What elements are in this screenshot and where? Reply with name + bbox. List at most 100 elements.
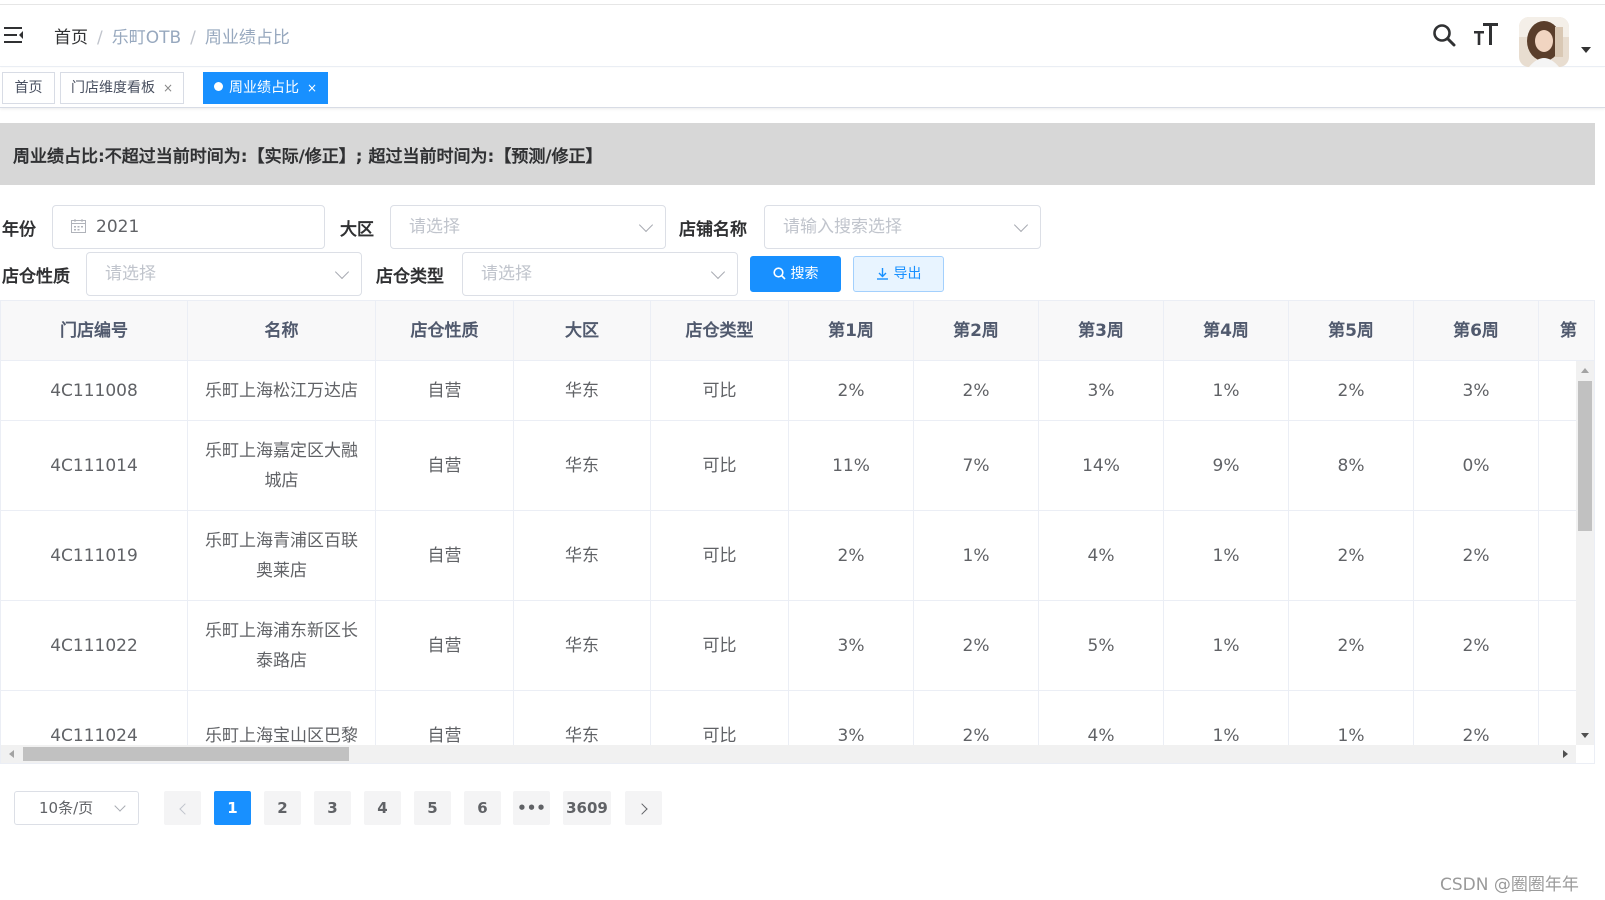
cell-nature: 自营 (376, 691, 514, 745)
cell-week-4: 1% (1164, 361, 1289, 420)
region-label: 大区 (340, 220, 374, 240)
cell-region: 华东 (514, 421, 651, 510)
cell-week-5: 2% (1289, 601, 1414, 690)
scroll-up-icon[interactable] (1581, 368, 1589, 373)
info-banner: 周业绩占比:不超过当前时间为:【实际/修正】; 超过当前时间为:【预测/修正】 (0, 123, 1595, 185)
page-button[interactable]: 3 (314, 791, 351, 825)
horizontal-scroll-thumb[interactable] (23, 747, 349, 761)
region-placeholder: 请选择 (409, 217, 460, 237)
header-col-week-7: 第 (1539, 301, 1594, 361)
cell-week-3: 14% (1039, 421, 1164, 510)
chevron-down-icon (334, 264, 350, 280)
page-button[interactable]: 5 (414, 791, 451, 825)
cell-store-name: 乐町上海嘉定区大融城店 (188, 421, 376, 510)
next-page-button[interactable] (625, 791, 662, 825)
type-select[interactable]: 请选择 (462, 252, 738, 296)
cell-week-5: 2% (1289, 361, 1414, 420)
tag-close-icon[interactable]: × (307, 81, 317, 95)
breadcrumb-otb[interactable]: 乐町OTB (112, 28, 181, 48)
nature-select[interactable]: 请选择 (86, 252, 362, 296)
store-name-select[interactable]: 请输入搜索选择 (764, 205, 1041, 249)
cell-week-4: 1% (1164, 691, 1289, 745)
tag-label: 首页 (14, 80, 43, 96)
cell-week-6: 2% (1414, 511, 1539, 600)
cell-store-code: 4C111014 (1, 421, 188, 510)
cell-nature: 自营 (376, 361, 514, 420)
cell-region: 华东 (514, 511, 651, 600)
year-picker[interactable]: 2021 (52, 205, 325, 249)
page-button[interactable]: 2 (264, 791, 301, 825)
cell-week-1: 3% (789, 601, 914, 690)
cell-type: 可比 (651, 511, 789, 600)
scroll-down-icon[interactable] (1581, 733, 1589, 738)
tag-close-icon[interactable]: × (163, 81, 173, 95)
cell-type: 可比 (651, 361, 789, 420)
cell-week-4: 1% (1164, 601, 1289, 690)
page-size-select[interactable]: 10条/页 (14, 791, 139, 825)
vertical-scrollbar[interactable] (1576, 361, 1594, 745)
page-button[interactable]: 3609 (563, 791, 611, 825)
cell-nature: 自营 (376, 601, 514, 690)
cell-week-4: 9% (1164, 421, 1289, 510)
cell-week-3: 4% (1039, 691, 1164, 745)
tag-store-dashboard[interactable]: 门店维度看板 × (60, 72, 185, 104)
header-col-week-5: 第5周 (1289, 301, 1414, 361)
cell-type: 可比 (651, 601, 789, 690)
vertical-scroll-thumb[interactable] (1578, 381, 1592, 531)
page-button[interactable]: 1 (214, 791, 251, 825)
search-icon[interactable] (1432, 23, 1456, 47)
hamburger-menu-icon[interactable] (4, 25, 24, 45)
scroll-right-icon[interactable] (1563, 750, 1568, 758)
user-avatar[interactable] (1519, 17, 1569, 67)
chevron-down-icon (638, 217, 654, 233)
type-label: 店仓类型 (376, 267, 444, 287)
cell-store-name: 乐町上海松江万达店 (188, 361, 376, 420)
cell-week-2: 1% (914, 511, 1039, 600)
cell-week-7 (1539, 511, 1576, 600)
download-icon (876, 268, 888, 280)
page-more-button[interactable]: ••• (513, 791, 550, 825)
cell-week-7 (1539, 361, 1576, 420)
region-select[interactable]: 请选择 (390, 205, 666, 249)
cell-store-code: 4C111019 (1, 511, 188, 600)
cell-week-7 (1539, 601, 1576, 690)
tag-label: 门店维度看板 (71, 80, 155, 96)
breadcrumb-home[interactable]: 首页 (54, 28, 88, 48)
type-placeholder: 请选择 (481, 264, 532, 284)
font-size-icon[interactable] (1473, 21, 1499, 47)
cell-week-3: 5% (1039, 601, 1164, 690)
header-col-week-2: 第2周 (914, 301, 1039, 361)
horizontal-scrollbar[interactable] (1, 745, 1576, 763)
cell-week-2: 2% (914, 601, 1039, 690)
table-row: 4C111024 乐町上海宝山区巴黎 自营 华东 可比 3% 2% 4% 1% 1% 2% (1, 691, 1576, 745)
page-button[interactable]: 4 (364, 791, 401, 825)
prev-page-button[interactable] (164, 791, 201, 825)
table-row: 4C111014 乐町上海嘉定区大融城店 自营 华东 可比 11% 7% 14% 9% 8% 0% (1, 421, 1576, 511)
tag-home[interactable]: 首页 (2, 72, 55, 104)
cell-week-4: 1% (1164, 511, 1289, 600)
nature-label: 店仓性质 (2, 267, 70, 287)
cell-nature: 自营 (376, 511, 514, 600)
page-size-value: 10条/页 (39, 799, 94, 817)
search-button[interactable]: 搜索 (750, 256, 841, 292)
cell-week-5: 1% (1289, 691, 1414, 745)
table-row: 4C111022 乐町上海浦东新区长泰路店 自营 华东 可比 3% 2% 5% 1% 2% 2% (1, 601, 1576, 691)
active-dot-icon (214, 82, 223, 91)
cell-week-6: 3% (1414, 361, 1539, 420)
cell-region: 华东 (514, 361, 651, 420)
avatar-dropdown-caret-icon[interactable] (1581, 47, 1591, 53)
cell-store-name: 乐町上海宝山区巴黎 (188, 691, 376, 745)
cell-week-1: 2% (789, 361, 914, 420)
page-button[interactable]: 6 (464, 791, 501, 825)
breadcrumb-separator: / (190, 28, 196, 48)
cell-type: 可比 (651, 421, 789, 510)
breadcrumb: 首页 / 乐町OTB / 周业绩占比 (54, 23, 290, 48)
table-body: 4C111008 乐町上海松江万达店 自营 华东 可比 2% 2% 3% 1% 2% 3% 4C111… (1, 361, 1576, 745)
header-col-name: 名称 (188, 301, 376, 361)
table-header: 门店编号 名称 店仓性质 大区 店仓类型 第1周 第2周 第3周 第4周 第5周 第6周第 (1, 301, 1594, 361)
tag-weekly-performance[interactable]: 周业绩占比 × (203, 72, 329, 104)
export-button[interactable]: 导出 (853, 256, 944, 292)
scroll-left-icon[interactable] (9, 750, 14, 758)
cell-store-name: 乐町上海浦东新区长泰路店 (188, 601, 376, 690)
tag-label: 周业绩占比 (229, 80, 299, 96)
